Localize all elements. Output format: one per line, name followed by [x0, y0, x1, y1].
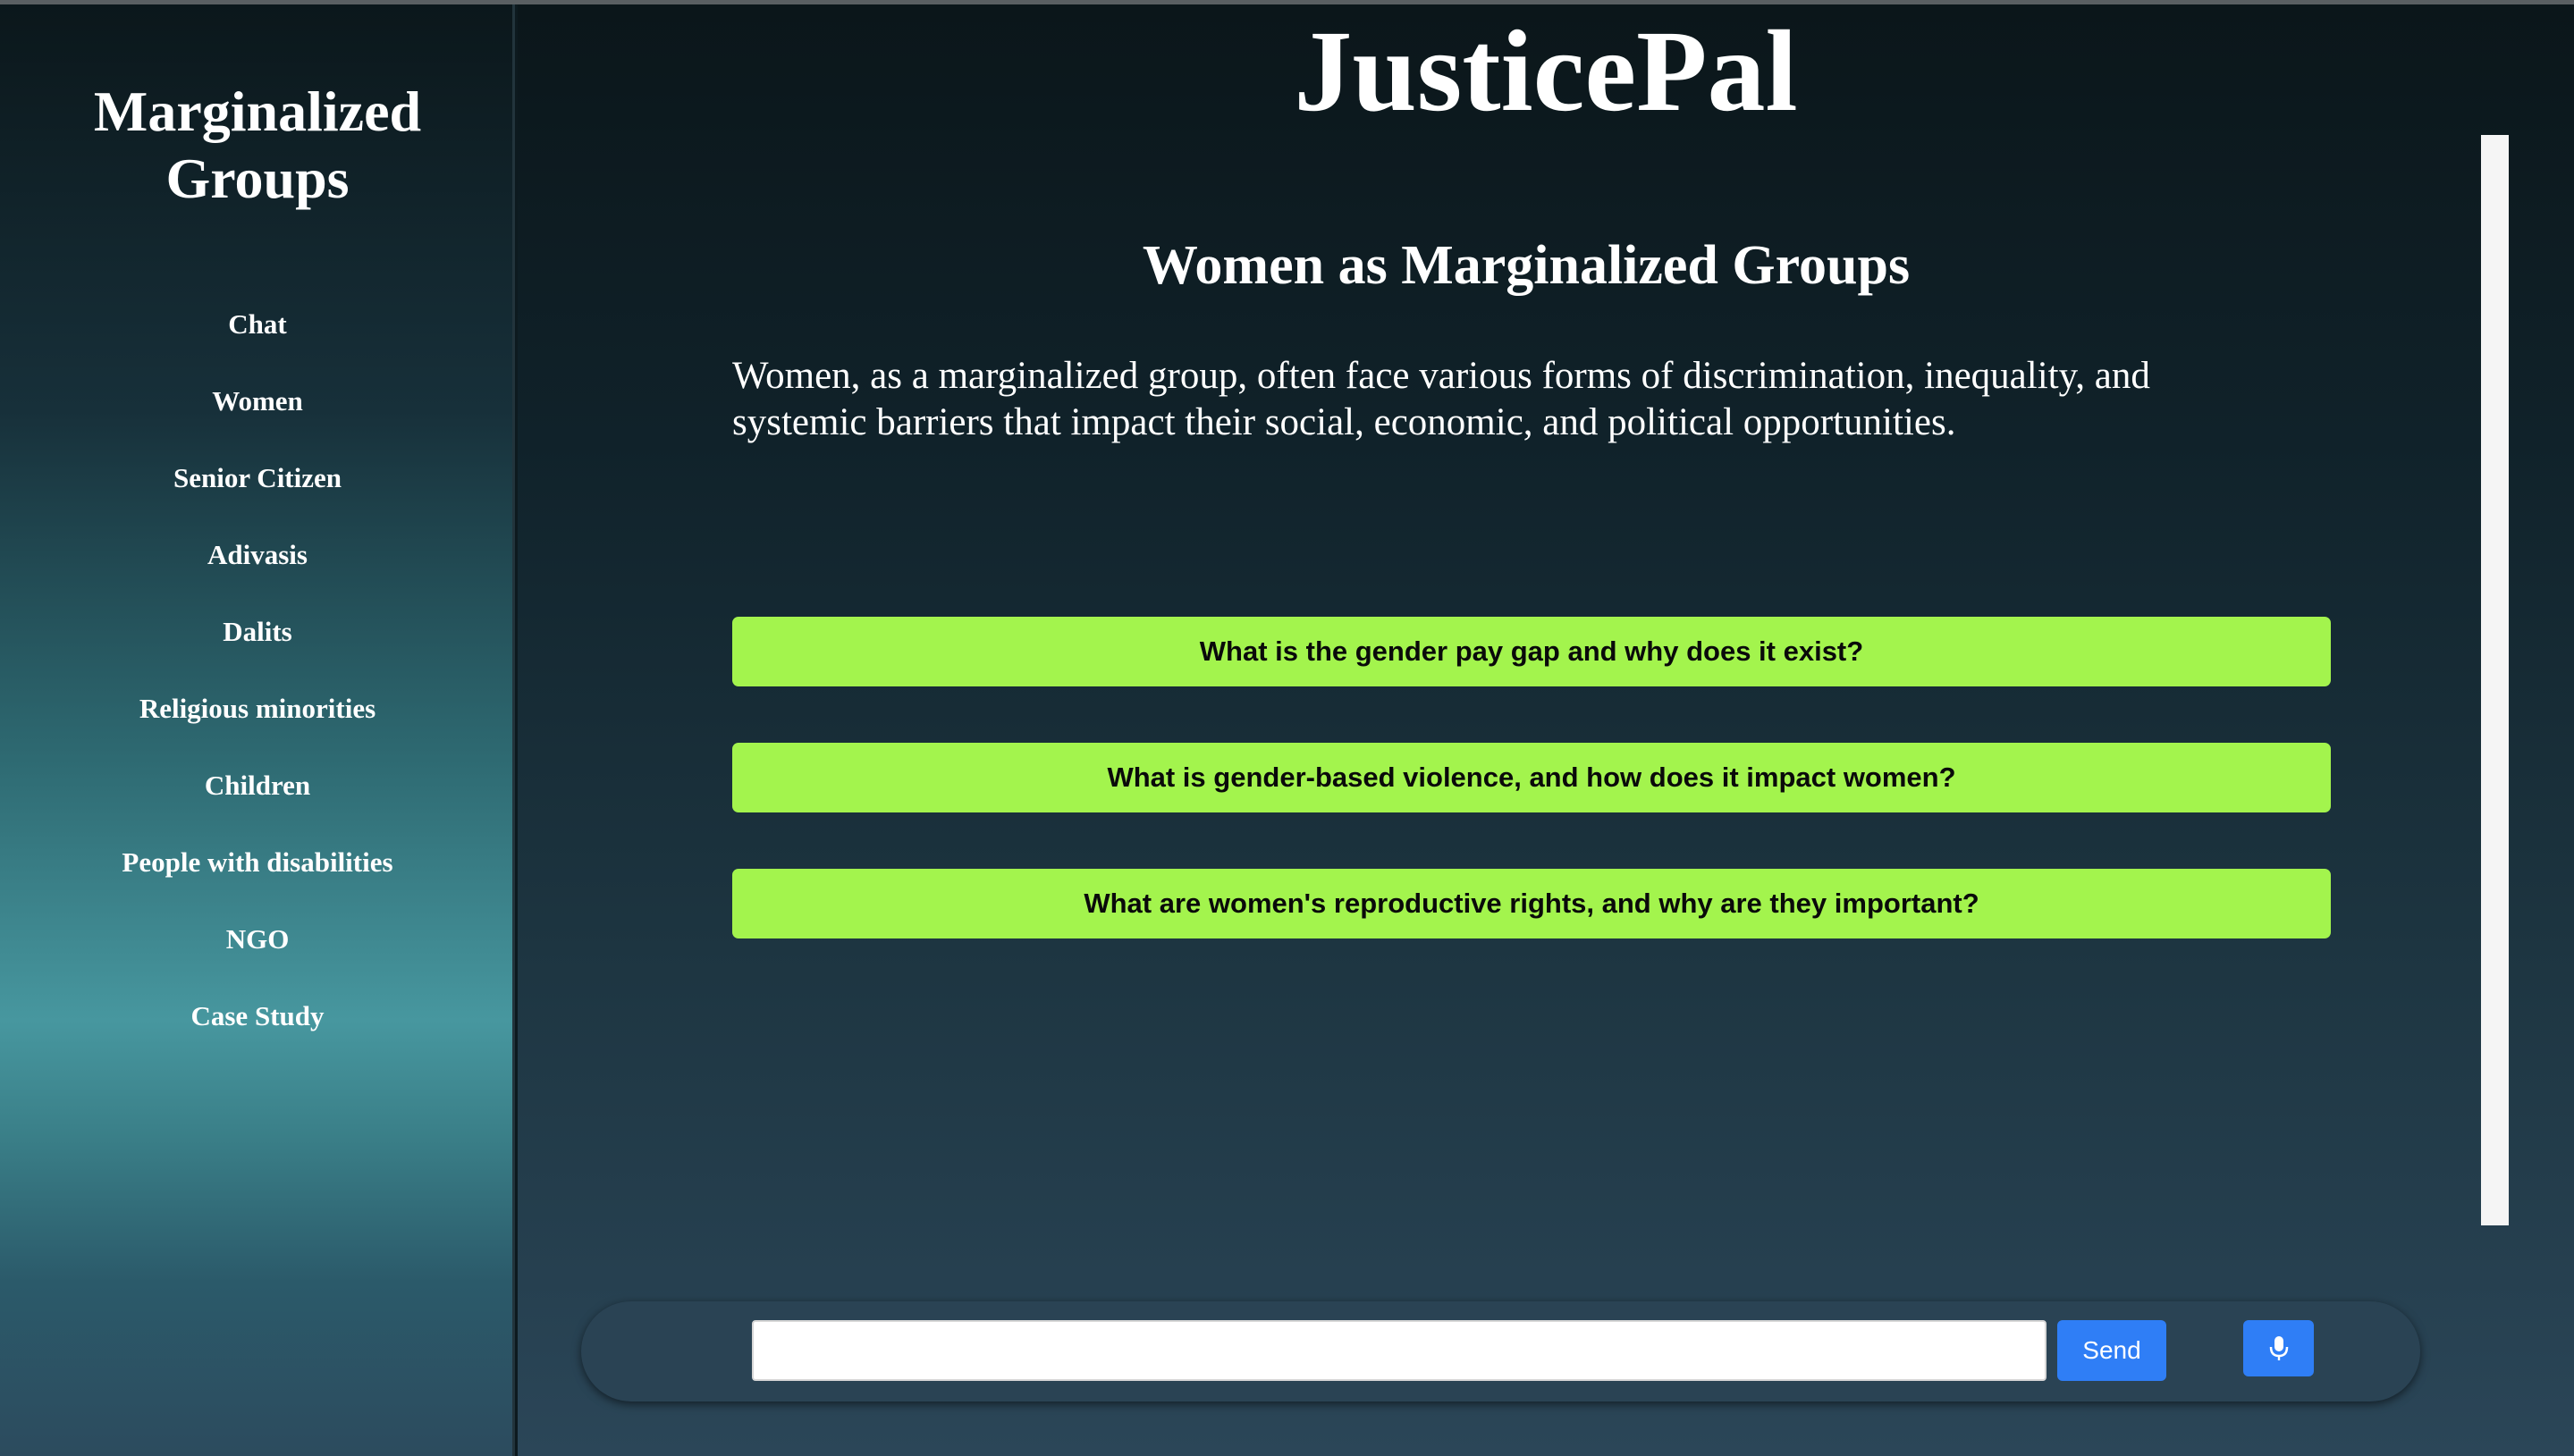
- microphone-button[interactable]: [2243, 1320, 2314, 1376]
- page-description: Women, as a marginalized group, often fa…: [732, 355, 2150, 443]
- page-heading: Women as Marginalized Groups: [1142, 235, 1911, 296]
- question-button-gender-pay-gap[interactable]: What is the gender pay gap and why does …: [732, 617, 2331, 686]
- question-button-reproductive-rights[interactable]: What are women's reproductive rights, an…: [732, 869, 2331, 938]
- sidebar-item-people-with-disabilities[interactable]: People with disabilities: [0, 837, 515, 914]
- sidebar-item-case-study[interactable]: Case Study: [0, 991, 515, 1068]
- sidebar-nav: Chat Women Senior Citizen Adivasis Dalit…: [0, 299, 515, 1068]
- sidebar-item-ngo[interactable]: NGO: [0, 914, 515, 991]
- sidebar-item-adivasis[interactable]: Adivasis: [0, 530, 515, 607]
- send-button[interactable]: Send: [2057, 1320, 2166, 1381]
- suggested-questions: What is the gender pay gap and why does …: [732, 617, 2331, 995]
- sidebar: Marginalized Groups Chat Women Senior Ci…: [0, 4, 515, 1456]
- main-content: JusticePal Women as Marginalized Groups …: [518, 4, 2574, 1456]
- microphone-icon: [2269, 1335, 2288, 1360]
- sidebar-item-women[interactable]: Women: [0, 376, 515, 453]
- sidebar-item-chat[interactable]: Chat: [0, 299, 515, 376]
- chat-input[interactable]: [752, 1320, 2047, 1381]
- chat-input-bar: Send: [581, 1301, 2420, 1401]
- app-title: JusticePal: [1294, 7, 1798, 136]
- sidebar-item-dalits[interactable]: Dalits: [0, 607, 515, 684]
- sidebar-title: Marginalized Groups: [93, 80, 422, 210]
- content-scrollbar[interactable]: [2481, 135, 2509, 1225]
- sidebar-item-religious-minorities[interactable]: Religious minorities: [0, 684, 515, 761]
- question-button-gender-based-violence[interactable]: What is gender-based violence, and how d…: [732, 743, 2331, 812]
- sidebar-item-children[interactable]: Children: [0, 761, 515, 837]
- sidebar-item-senior-citizen[interactable]: Senior Citizen: [0, 453, 515, 530]
